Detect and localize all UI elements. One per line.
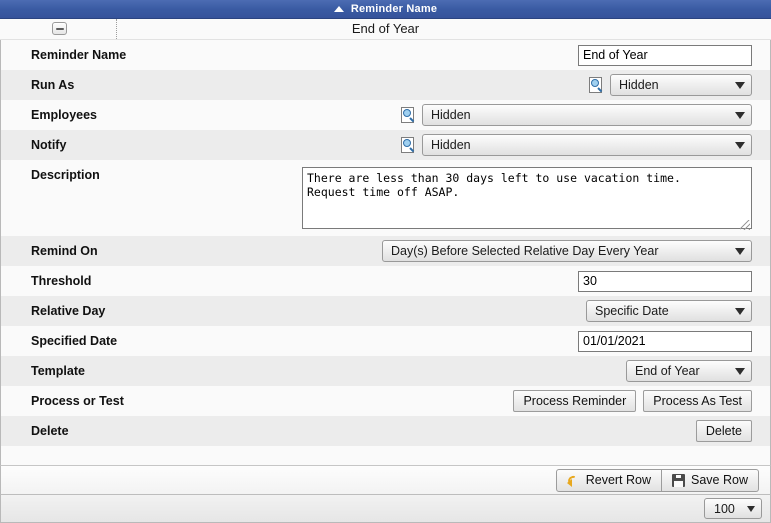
process-as-test-button[interactable]: Process As Test xyxy=(643,390,752,412)
document-search-icon-run-as[interactable] xyxy=(588,77,604,93)
remind-on-select[interactable]: Day(s) Before Selected Relative Day Ever… xyxy=(382,240,752,262)
save-row-button[interactable]: Save Row xyxy=(662,468,759,492)
remind-on-value: Day(s) Before Selected Relative Day Ever… xyxy=(391,244,659,258)
form-row-notify: Notify Hidden xyxy=(1,130,770,160)
label-delete: Delete xyxy=(31,424,69,438)
label-reminder-name: Reminder Name xyxy=(31,48,127,62)
reminder-name-input[interactable] xyxy=(578,44,752,66)
process-reminder-button[interactable]: Process Reminder xyxy=(513,390,637,412)
label-threshold: Threshold xyxy=(31,274,92,288)
label-template: Template xyxy=(31,364,85,378)
label-description: Description xyxy=(31,168,100,182)
specified-date-input[interactable] xyxy=(578,330,752,352)
row-action-button-group: Revert Row Save Row xyxy=(555,468,759,492)
label-process-or-test: Process or Test xyxy=(31,394,124,408)
save-row-label: Save Row xyxy=(691,473,748,487)
form-row-threshold: Threshold xyxy=(1,266,770,296)
label-notify: Notify xyxy=(31,138,67,152)
chevron-down-icon xyxy=(735,307,745,315)
template-select[interactable]: End of Year xyxy=(626,360,752,382)
page-size-value: 100 xyxy=(714,501,735,516)
row-action-bar: Revert Row Save Row xyxy=(0,465,771,494)
form-row-description: Description There are less than 30 days … xyxy=(1,160,770,236)
chevron-down-icon xyxy=(735,111,745,119)
template-value: End of Year xyxy=(635,364,700,378)
form-row-specified-date: Specified Date xyxy=(1,326,770,356)
revert-row-button[interactable]: Revert Row xyxy=(555,468,663,492)
label-employees: Employees xyxy=(31,108,98,122)
form-row-relative-day: Relative Day Specific Date xyxy=(1,296,770,326)
chevron-down-icon xyxy=(735,81,745,89)
form-row-reminder-name: Reminder Name xyxy=(1,40,770,70)
form-row-employees: Employees Hidden xyxy=(1,100,770,130)
revert-row-label: Revert Row xyxy=(585,473,652,487)
page-size-select[interactable]: 100 xyxy=(704,498,762,519)
chevron-down-icon xyxy=(747,505,755,512)
label-relative-day: Relative Day xyxy=(31,304,106,318)
label-run-as: Run As xyxy=(31,78,75,92)
threshold-input[interactable] xyxy=(578,270,752,292)
description-textarea[interactable]: There are less than 30 days left to use … xyxy=(302,167,752,229)
record-title: End of Year xyxy=(351,21,420,36)
label-specified-date: Specified Date xyxy=(31,334,118,348)
form-row-remind-on: Remind On Day(s) Before Selected Relativ… xyxy=(1,236,770,266)
form-row-process-or-test: Process or Test Process Reminder Process… xyxy=(1,386,770,416)
ascending-sort-arrow-icon xyxy=(333,6,344,12)
document-search-icon-employees[interactable] xyxy=(400,107,416,123)
run-as-select[interactable]: Hidden xyxy=(610,74,752,96)
pager-bar: 100 xyxy=(0,494,771,523)
form-row-delete: Delete Delete xyxy=(1,416,770,446)
chevron-down-icon xyxy=(735,247,745,255)
employees-value: Hidden xyxy=(431,108,471,122)
label-remind-on: Remind On xyxy=(31,244,98,258)
chevron-down-icon xyxy=(735,367,745,375)
relative-day-value: Specific Date xyxy=(595,304,669,318)
column-header-label: Reminder Name xyxy=(350,3,438,15)
delete-button[interactable]: Delete xyxy=(695,420,752,442)
form-row-run-as: Run As Hidden xyxy=(1,70,770,100)
form-row-template: Template End of Year xyxy=(1,356,770,386)
relative-day-select[interactable]: Specific Date xyxy=(586,300,752,322)
run-as-value: Hidden xyxy=(619,78,659,92)
notify-value: Hidden xyxy=(431,138,471,152)
employees-select[interactable]: Hidden xyxy=(422,104,752,126)
reminder-detail-window: Reminder Name End of Year Reminder Name … xyxy=(0,0,771,523)
reminder-form: Reminder Name Run As Hidden Employees xyxy=(0,40,771,460)
floppy-disk-icon xyxy=(672,473,686,487)
notify-select[interactable]: Hidden xyxy=(422,134,752,156)
undo-arrow-icon xyxy=(566,474,580,487)
document-search-icon-notify[interactable] xyxy=(400,137,416,153)
chevron-down-icon xyxy=(735,141,745,149)
record-header-row: End of Year xyxy=(0,19,771,40)
grid-column-header[interactable]: Reminder Name xyxy=(0,0,771,19)
